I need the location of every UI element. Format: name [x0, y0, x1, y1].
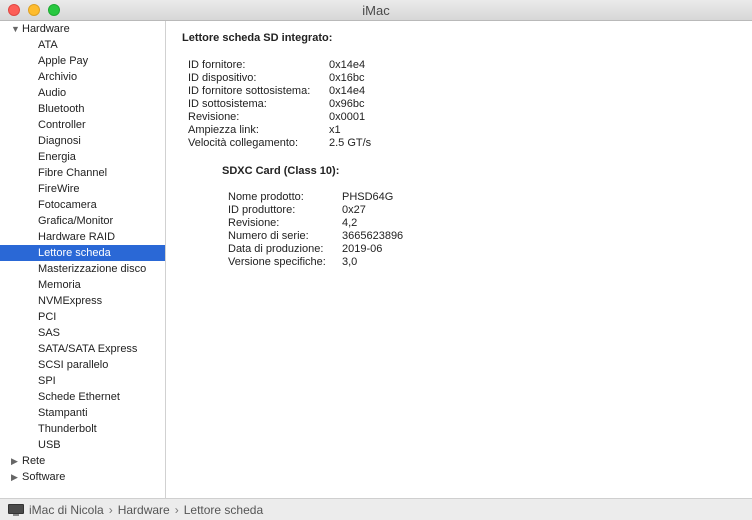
- card-property-key: Nome prodotto:: [228, 191, 304, 203]
- sidebar-item-ata[interactable]: ATA: [0, 37, 165, 53]
- sidebar-item-scsi-parallelo[interactable]: SCSI parallelo: [0, 357, 165, 373]
- property-value: x1: [329, 124, 341, 136]
- sidebar-item-audio[interactable]: Audio: [0, 85, 165, 101]
- property-key: ID fornitore:: [188, 59, 246, 71]
- sidebar-group-label: Rete: [22, 455, 46, 467]
- disclosure-closed-icon[interactable]: ▶: [11, 453, 21, 469]
- sidebar-group-label: Hardware: [22, 23, 70, 35]
- path-item[interactable]: Lettore scheda: [184, 503, 263, 517]
- disclosure-closed-icon[interactable]: ▶: [11, 469, 21, 485]
- sidebar-item-nvmexpress[interactable]: NVMExpress: [0, 293, 165, 309]
- sidebar-item-schede-ethernet[interactable]: Schede Ethernet: [0, 389, 165, 405]
- property-key: ID dispositivo:: [188, 72, 257, 84]
- sidebar-item-usb[interactable]: USB: [0, 437, 165, 453]
- card-property-key: Revisione:: [228, 217, 280, 229]
- sidebar-item-apple-pay[interactable]: Apple Pay: [0, 53, 165, 69]
- sidebar-item-fotocamera[interactable]: Fotocamera: [0, 197, 165, 213]
- card-title: SDXC Card (Class 10):: [222, 165, 340, 177]
- sidebar-item-masterizzazione-disco[interactable]: Masterizzazione disco: [0, 261, 165, 277]
- sidebar-item-fibre-channel[interactable]: Fibre Channel: [0, 165, 165, 181]
- card-property-value: 4,2: [342, 217, 358, 229]
- title-bar[interactable]: iMac: [0, 0, 752, 21]
- property-key: Ampiezza link:: [188, 124, 259, 136]
- sidebar-item-firewire[interactable]: FireWire: [0, 181, 165, 197]
- system-information-window: iMac ▼ Hardware ATA Apple Pay Archivio Audio B…: [0, 0, 752, 520]
- card-property-value: 3,0: [342, 256, 358, 268]
- detail-pane: Lettore scheda SD integrato: SDXC Card (…: [167, 21, 752, 498]
- card-property-value: 3665623896: [342, 230, 404, 242]
- sidebar-item-hardware-raid[interactable]: Hardware RAID: [0, 229, 165, 245]
- property-value: 0x14e4: [329, 85, 366, 97]
- sidebar-item-stampanti[interactable]: Stampanti: [0, 405, 165, 421]
- sidebar-item-sata-sata-express[interactable]: SATA/SATA Express: [0, 341, 165, 357]
- card-property-key: ID produttore:: [228, 204, 296, 216]
- card-property-value: 2019-06: [342, 243, 383, 255]
- imac-icon: [8, 503, 24, 516]
- property-value: 0x16bc: [329, 72, 365, 84]
- sidebar-item-memoria[interactable]: Memoria: [0, 277, 165, 293]
- property-value: 0x96bc: [329, 98, 365, 110]
- card-property-key: Data di produzione:: [228, 243, 324, 255]
- window-title: iMac: [362, 3, 390, 18]
- card-property-key: Versione specifiche:: [228, 256, 326, 268]
- path-item[interactable]: Hardware: [118, 503, 170, 517]
- card-property-value: 0x27: [342, 204, 366, 216]
- sidebar-item-spi[interactable]: SPI: [0, 373, 165, 389]
- disclosure-open-icon[interactable]: ▼: [11, 21, 21, 37]
- sidebar-item-energia[interactable]: Energia: [0, 149, 165, 165]
- property-value: 0x0001: [329, 111, 366, 123]
- sidebar-item-bluetooth[interactable]: Bluetooth: [0, 101, 165, 117]
- card-property-value: PHSD64G: [342, 191, 394, 203]
- sidebar-item-thunderbolt[interactable]: Thunderbolt: [0, 421, 165, 437]
- path-separator-icon: ›: [174, 502, 179, 517]
- property-key: Velocità collegamento:: [188, 137, 299, 149]
- path-item[interactable]: iMac di Nicola: [29, 503, 104, 517]
- property-key: ID fornitore sottosistema:: [188, 85, 311, 97]
- sidebar-item-archivio[interactable]: Archivio: [0, 69, 165, 85]
- property-key: ID sottosistema:: [188, 98, 267, 110]
- property-key: Revisione:: [188, 111, 240, 123]
- property-value: 0x14e4: [329, 59, 366, 71]
- path-bar: iMac di Nicola › Hardware › Lettore scheda: [0, 498, 752, 520]
- path-separator-icon: ›: [108, 502, 113, 517]
- sidebar-item-grafica-monitor[interactable]: Grafica/Monitor: [0, 213, 165, 229]
- sidebar-group-rete[interactable]: ▶ Rete: [0, 453, 165, 469]
- sidebar-group-label: Software: [22, 471, 66, 483]
- sidebar-item-controller[interactable]: Controller: [0, 117, 165, 133]
- sidebar-tree[interactable]: ▼ Hardware ATA Apple Pay Archivio Audio Blueto…: [0, 21, 166, 498]
- sidebar-group-software[interactable]: ▶ Software: [0, 469, 165, 485]
- sidebar-item-lettore-scheda[interactable]: Lettore scheda: [0, 245, 165, 261]
- section-title: Lettore scheda SD integrato:: [182, 32, 333, 44]
- sidebar-item-diagnosi[interactable]: Diagnosi: [0, 133, 165, 149]
- sidebar-item-sas[interactable]: SAS: [0, 325, 165, 341]
- sidebar-item-pci[interactable]: PCI: [0, 309, 165, 325]
- property-value: 2.5 GT/s: [329, 137, 372, 149]
- card-property-key: Numero di serie:: [228, 230, 309, 242]
- sidebar-group-hardware[interactable]: ▼ Hardware: [0, 21, 165, 37]
